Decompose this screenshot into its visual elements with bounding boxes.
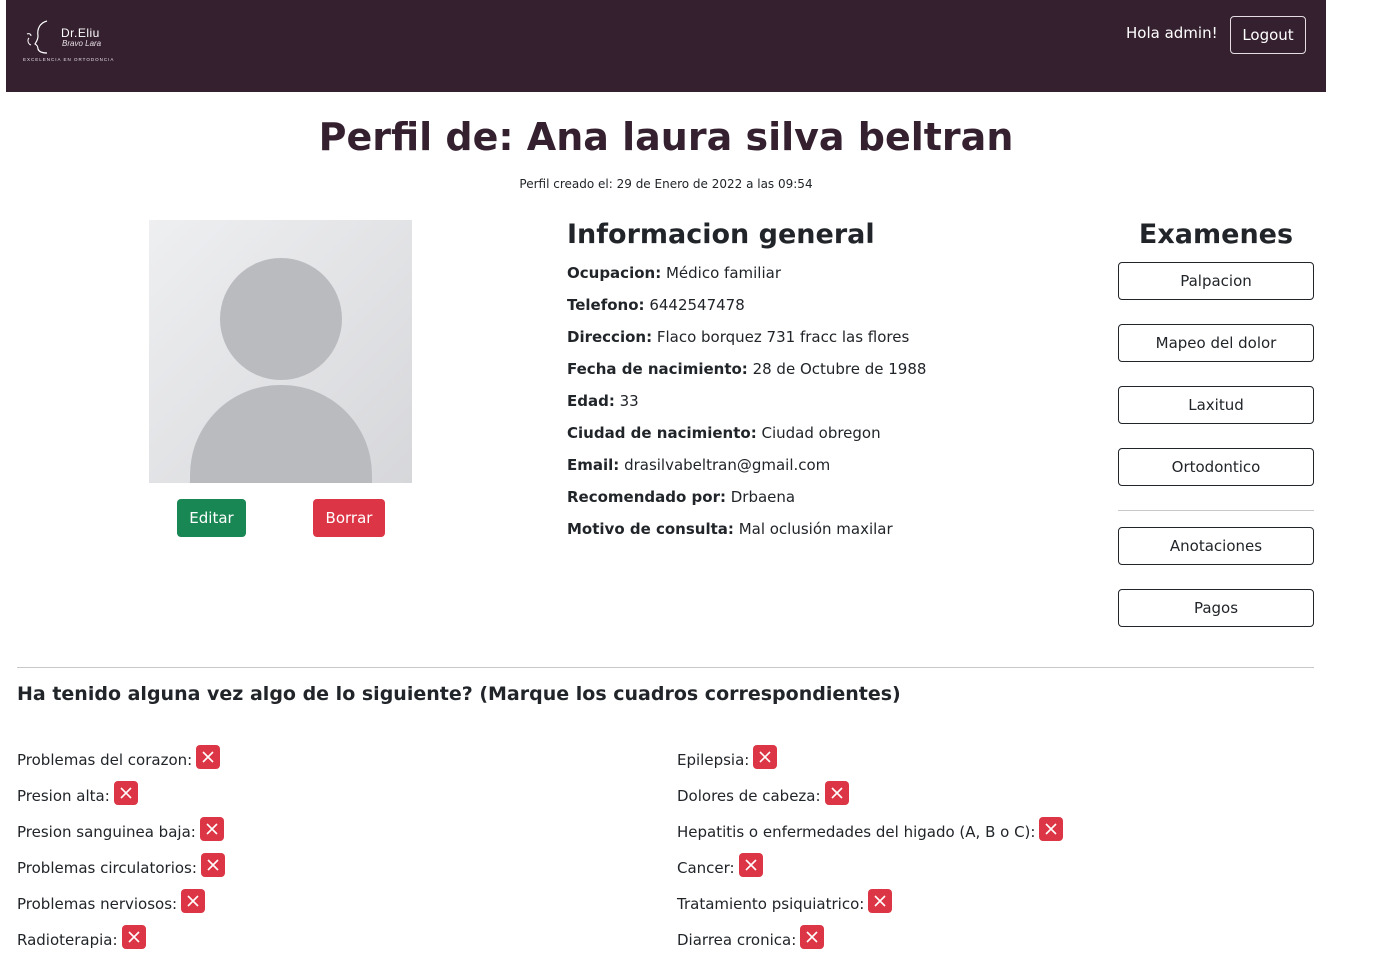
face-profile-icon [26, 20, 48, 54]
condition-label: Hepatitis o enfermedades del higado (A, … [677, 823, 1036, 841]
profile-created-text: Perfil creado el: 29 de Enero de 2022 a … [519, 177, 813, 191]
condition-row: Cancer: [677, 853, 1063, 889]
info-row-birthdate: Fecha de nacimiento: 28 de Octubre de 19… [567, 360, 926, 392]
info-label: Motivo de consulta: [567, 520, 734, 538]
info-label: Direccion: [567, 328, 653, 346]
condition-label: Tratamiento psiquiatrico: [677, 895, 865, 913]
logo-tagline: EXCELENCIA EN ORTODONCIA [23, 57, 115, 62]
condition-label: Dolores de cabeza: [677, 787, 821, 805]
logo-subtitle: Bravo Lara [62, 39, 102, 48]
top-navbar: Dr.Eliu Bravo Lara EXCELENCIA EN ORTODON… [6, 0, 1326, 92]
delete-button[interactable]: Borrar [313, 499, 385, 537]
condition-row: Hepatitis o enfermedades del higado (A, … [677, 817, 1064, 853]
close-icon[interactable] [113, 781, 138, 805]
general-info-list: Ocupacion: Médico familiar Telefono: 644… [567, 264, 926, 552]
info-value: Flaco borquez 731 fracc las flores [656, 328, 910, 346]
edit-button[interactable]: Editar [177, 499, 246, 537]
close-icon[interactable] [121, 925, 146, 949]
condition-label: Radioterapia: [17, 931, 118, 949]
exams-heading: Examenes [1138, 219, 1294, 250]
ortodontico-button[interactable]: Ortodontico [1118, 448, 1314, 486]
close-icon[interactable] [1039, 817, 1064, 841]
anotaciones-button[interactable]: Anotaciones [1118, 527, 1314, 565]
info-value: 28 de Octubre de 1988 [752, 360, 927, 378]
condition-row: Problemas del corazon: [17, 745, 225, 781]
logo[interactable]: Dr.Eliu Bravo Lara EXCELENCIA EN ORTODON… [23, 20, 115, 68]
info-value: Drbaena [730, 488, 796, 506]
conditions-right-column: Epilepsia: Dolores de cabeza: Hepatitis … [677, 745, 1064, 956]
palpacion-button[interactable]: Palpacion [1118, 262, 1314, 300]
close-icon[interactable] [199, 817, 224, 841]
mapeo-dolor-button[interactable]: Mapeo del dolor [1118, 324, 1314, 362]
pagos-button[interactable]: Pagos [1118, 589, 1314, 627]
condition-row: Problemas nerviosos: [17, 889, 225, 925]
condition-label: Epilepsia: [677, 751, 750, 769]
condition-row: Epilepsia: [677, 745, 1063, 781]
close-icon[interactable] [800, 925, 825, 949]
general-info-heading: Informacion general [567, 219, 875, 250]
info-row-reason: Motivo de consulta: Mal oclusión maxilar [567, 520, 926, 552]
info-label: Ocupacion: [567, 264, 662, 282]
info-label: Recomendado por: [567, 488, 726, 506]
info-row-occupation: Ocupacion: Médico familiar [567, 264, 926, 296]
condition-label: Problemas circulatorios: [17, 859, 197, 877]
info-label: Ciudad de nacimiento: [567, 424, 757, 442]
condition-row: Presion alta: [17, 781, 225, 817]
info-value: Médico familiar [665, 264, 781, 282]
condition-label: Presion alta: [17, 787, 110, 805]
greeting-text: Hola admin! [1126, 24, 1218, 42]
page-title: Perfil de: Ana laura silva beltran [318, 115, 1014, 159]
close-icon[interactable] [738, 853, 763, 877]
condition-label: Presion sanguinea baja: [17, 823, 196, 841]
laxitud-button[interactable]: Laxitud [1118, 386, 1314, 424]
condition-row: Problemas circulatorios: [17, 853, 225, 889]
info-value: Mal oclusión maxilar [738, 520, 893, 538]
section-divider [17, 667, 1314, 668]
avatar-body-shape [190, 385, 372, 483]
close-icon[interactable] [200, 853, 225, 877]
info-row-referred-by: Recomendado por: Drbaena [567, 488, 926, 520]
info-value: drasilvabeltran@gmail.com [624, 456, 831, 474]
conditions-question: Ha tenido alguna vez algo de lo siguient… [17, 683, 901, 705]
info-label: Telefono: [567, 296, 645, 314]
close-icon[interactable] [824, 781, 849, 805]
info-label: Fecha de nacimiento: [567, 360, 748, 378]
condition-row: Radioterapia: [17, 925, 225, 956]
condition-label: Cancer: [677, 859, 735, 877]
info-row-email: Email: drasilvabeltran@gmail.com [567, 456, 926, 488]
logo-title: Dr.Eliu [61, 26, 100, 40]
condition-row: Diarrea cronica: [677, 925, 1063, 956]
condition-row: Presion sanguinea baja: [17, 817, 225, 853]
exams-divider [1118, 510, 1314, 511]
condition-label: Problemas nerviosos: [17, 895, 178, 913]
condition-label: Problemas del corazon: [17, 751, 193, 769]
logout-button[interactable]: Logout [1230, 16, 1306, 54]
close-icon[interactable] [753, 745, 778, 769]
condition-row: Dolores de cabeza: [677, 781, 1063, 817]
close-icon[interactable] [196, 745, 221, 769]
info-value: 33 [619, 392, 639, 410]
avatar-head-shape [220, 258, 342, 380]
info-label: Email: [567, 456, 620, 474]
info-row-age: Edad: 33 [567, 392, 926, 424]
conditions-left-column: Problemas del corazon: Presion alta: Pre… [17, 745, 225, 956]
info-row-address: Direccion: Flaco borquez 731 fracc las f… [567, 328, 926, 360]
info-value: 6442547478 [649, 296, 745, 314]
avatar [149, 220, 412, 483]
condition-label: Diarrea cronica: [677, 931, 797, 949]
close-icon[interactable] [181, 889, 206, 913]
info-label: Edad: [567, 392, 615, 410]
info-row-birth-city: Ciudad de nacimiento: Ciudad obregon [567, 424, 926, 456]
condition-row: Tratamiento psiquiatrico: [677, 889, 1063, 925]
close-icon[interactable] [868, 889, 893, 913]
info-value: Ciudad obregon [761, 424, 881, 442]
info-row-phone: Telefono: 6442547478 [567, 296, 926, 328]
